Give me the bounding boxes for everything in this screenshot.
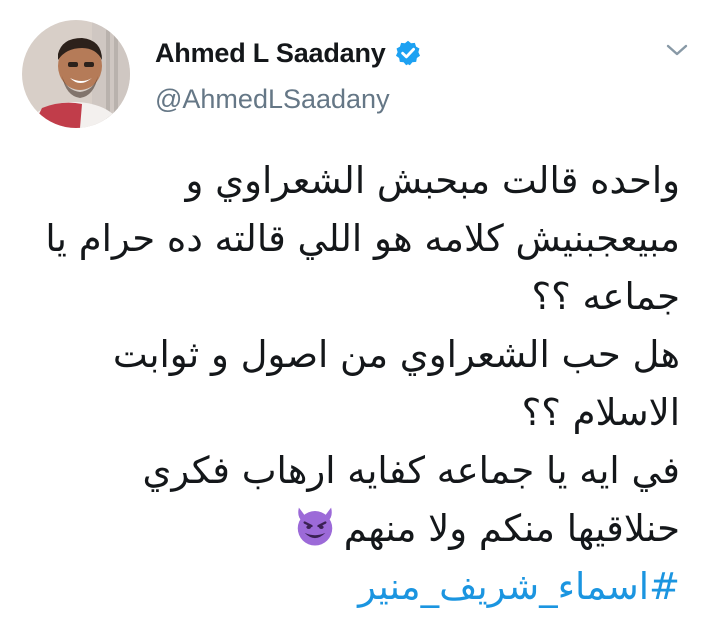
chevron-down-icon[interactable]	[662, 38, 692, 62]
tweet-line: هل حب الشعراوي من اصول و ثوابت	[112, 333, 680, 376]
avatar-photo	[22, 20, 130, 128]
tweet-hashtag-line: #اسماء_شريف_منير	[25, 558, 680, 616]
tweet-line: مبيعجبنيش كلامه هو اللي قالته ده حرام يا	[45, 217, 680, 260]
hashtag-link[interactable]: #اسماء_شريف_منير	[358, 565, 680, 608]
avatar[interactable]	[22, 20, 130, 128]
tweet-text: واحده قالت مبحبش الشعراوي و مبيعجبنيش كل…	[25, 152, 680, 616]
tweet-line: في ايه يا جماعه كفايه ارهاب فكري	[142, 449, 680, 492]
author-handle[interactable]: @AhmedLSaadany	[155, 84, 390, 115]
tweet-line: الاسلام ؟؟	[521, 391, 680, 434]
verified-badge-icon	[395, 40, 420, 66]
tweet-line: واحده قالت مبحبش الشعراوي و	[185, 159, 680, 202]
tweet-card: Ahmed L Saadany @AhmedLSaadany واحده قال…	[0, 0, 710, 618]
smiling-face-with-horns-emoji	[297, 507, 332, 546]
tweet-line-text: حنلاقيها منكم ولا منهم	[343, 507, 680, 550]
author-name-row: Ahmed L Saadany	[155, 36, 422, 70]
tweet-line-with-emoji: حنلاقيها منكم ولا منهم	[25, 500, 680, 558]
author-display-name[interactable]: Ahmed L Saadany	[155, 38, 386, 69]
tweet-line: جماعه ؟؟	[531, 275, 681, 318]
